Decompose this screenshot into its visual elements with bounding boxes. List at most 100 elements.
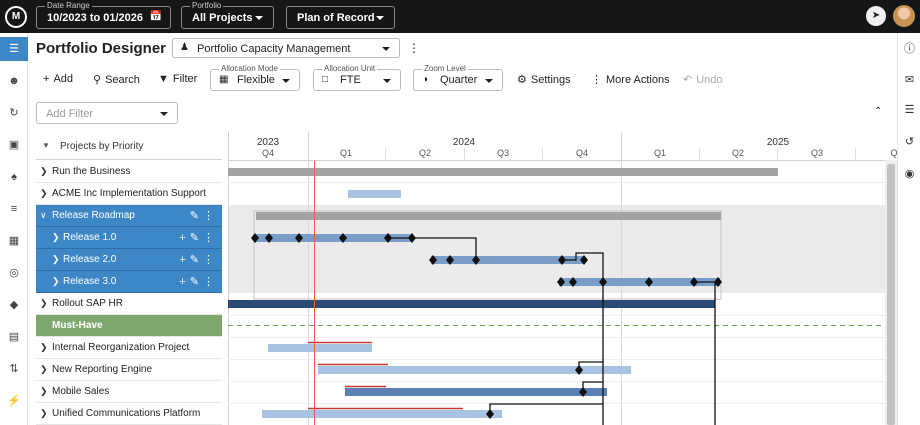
group-icon[interactable]: ♠ — [0, 165, 28, 189]
chevron-right-icon[interactable]: ❯ — [52, 276, 60, 287]
bar-run-the-business[interactable] — [228, 168, 778, 176]
bar-unified-communications[interactable] — [262, 410, 502, 418]
project-grid: ▼ Projects by Priority ❯ Run the Busines… — [36, 132, 222, 425]
announcement-icon[interactable]: ➤ — [866, 6, 886, 26]
date-range-value: 10/2023 to 01/2026 — [47, 12, 144, 24]
plus-icon[interactable]: + — [179, 254, 189, 266]
grid-row-run-the-business[interactable]: ❯ Run the Business — [36, 161, 222, 183]
plus-icon[interactable]: + — [179, 232, 189, 244]
history-icon[interactable]: ↺ — [898, 131, 920, 153]
chevron-down-icon — [485, 79, 493, 83]
chevron-right-icon[interactable]: ❯ — [40, 386, 48, 397]
scrollbar-thumb[interactable] — [887, 164, 895, 425]
collapse-all-icon[interactable]: ▼ — [42, 141, 50, 150]
vertical-scrollbar[interactable] — [885, 160, 897, 425]
palette-icon[interactable]: ◉ — [898, 163, 920, 185]
chevron-right-icon[interactable]: ❯ — [52, 232, 60, 243]
grid-row-rollout-sap-hr[interactable]: ❯ Rollout SAP HR — [36, 293, 222, 315]
allocation-mode-select[interactable]: Allocation Mode ▦ Flexible — [210, 64, 300, 91]
allocation-unit-select[interactable]: Allocation Unit □ FTE — [313, 64, 401, 91]
view-name: Portfolio Capacity Management — [197, 43, 351, 55]
search-button[interactable]: ⚲ Search — [93, 73, 140, 87]
allocation-mode-value: Flexible — [237, 74, 275, 86]
filter-button[interactable]: ▼ Filter — [158, 73, 197, 87]
zoom-level-value: Quarter — [440, 74, 478, 86]
grid-row-release-2[interactable]: ❯ Release 2.0 +✎⋮ — [36, 249, 222, 271]
chevron-up-icon[interactable]: ⌃ — [874, 106, 882, 117]
bar-acme[interactable] — [348, 190, 401, 198]
grid-group-must-have[interactable]: Must-Have — [36, 315, 222, 337]
refresh-icon[interactable]: ↻ — [0, 101, 28, 125]
people-icon[interactable]: ☻ — [0, 69, 28, 93]
edit-icon[interactable]: ✎ — [190, 254, 203, 266]
grid-row-acme[interactable]: ❯ ACME Inc Implementation Support — [36, 183, 222, 205]
list-icon[interactable]: ≡ — [0, 197, 28, 221]
menu-icon[interactable]: ☰ — [0, 37, 28, 61]
more-actions-button[interactable]: ⋮ More Actions — [591, 73, 670, 87]
grid-row-new-reporting-engine[interactable]: ❯ New Reporting Engine — [36, 359, 222, 381]
more-icon[interactable]: ⋮ — [203, 254, 218, 266]
row-label: New Reporting Engine — [52, 364, 153, 375]
calendar-icon[interactable]: 📅 — [150, 11, 162, 22]
undo-button[interactable]: ↶ Undo — [683, 73, 723, 87]
add-button[interactable]: + Add — [43, 73, 73, 87]
grid-row-mobile-sales[interactable]: ❯ Mobile Sales — [36, 381, 222, 403]
row-label: Release 1.0 — [63, 232, 117, 243]
diamond-icon[interactable]: ◆ — [0, 293, 28, 317]
target-icon[interactable]: ◎ — [0, 261, 28, 285]
undo-label: Undo — [696, 74, 723, 86]
zoom-level-select[interactable]: Zoom Level ◑ Quarter — [413, 64, 503, 91]
chevron-right-icon[interactable]: ❯ — [40, 364, 48, 375]
date-range-field[interactable]: Date Range 10/2023 to 01/2026 📅 — [36, 1, 171, 29]
columns-icon[interactable]: ▦ — [0, 229, 28, 253]
info-icon[interactable]: ⓘ — [898, 38, 920, 60]
edit-icon[interactable]: ✎ — [190, 232, 203, 244]
chevron-right-icon[interactable]: ❯ — [40, 342, 48, 353]
plus-icon[interactable]: + — [179, 276, 189, 288]
clipboard-icon[interactable]: ▣ — [0, 133, 28, 157]
avatar[interactable] — [893, 5, 915, 27]
chevron-right-icon[interactable]: ❯ — [40, 188, 48, 199]
bar-release-roadmap[interactable] — [256, 212, 721, 220]
app-logo[interactable]: M — [5, 6, 27, 28]
plug-icon[interactable]: ⚡ — [0, 389, 28, 413]
grid-row-release-roadmap[interactable]: ∨ Release Roadmap ✎⋮ — [36, 205, 222, 227]
grid-header[interactable]: ▼ Projects by Priority — [36, 132, 222, 160]
group-icon: ♟ — [180, 42, 189, 53]
sort-icon[interactable]: ⇅ — [0, 357, 28, 381]
portfolio-select[interactable]: Portfolio All Projects — [181, 1, 274, 29]
edit-icon[interactable]: ✎ — [190, 276, 203, 288]
edit-icon[interactable]: ✎ — [190, 210, 203, 222]
more-icon[interactable]: ⋮ — [203, 232, 218, 244]
more-icon[interactable]: ⋮ — [203, 276, 218, 288]
left-nav: ☰ ☻ ↻ ▣ ♠ ≡ ▦ ◎ ◆ ▤ ⇅ ⚡ — [0, 33, 28, 425]
bar-internal-reorganization[interactable] — [268, 344, 372, 352]
document-icon[interactable]: ▤ — [0, 325, 28, 349]
grid-row-release-1[interactable]: ❯ Release 1.0 +✎⋮ — [36, 227, 222, 249]
chevron-right-icon[interactable]: ❯ — [40, 408, 48, 419]
chat-icon[interactable]: ✉ — [898, 69, 920, 91]
chevron-right-icon[interactable]: ❯ — [40, 166, 48, 177]
settings-button[interactable]: ⚙ Settings — [517, 73, 571, 87]
more-icon[interactable]: ⋮ — [203, 210, 218, 222]
quarter-label: Q1 — [340, 148, 352, 158]
bar-new-reporting-engine[interactable] — [318, 366, 631, 374]
more-icon[interactable]: ⋮ — [408, 41, 420, 55]
bar-mobile-sales[interactable] — [345, 388, 607, 396]
grid-row-release-3[interactable]: ❯ Release 3.0 +✎⋮ — [36, 271, 222, 293]
chevron-down-icon[interactable]: ∨ — [40, 210, 47, 221]
chevron-down-icon — [376, 16, 384, 20]
chevron-right-icon[interactable]: ❯ — [40, 298, 48, 309]
chevron-right-icon[interactable]: ❯ — [52, 254, 60, 265]
add-filter-select[interactable]: Add Filter — [36, 102, 178, 124]
bar-rollout-sap-hr[interactable] — [228, 300, 715, 308]
plan-select[interactable]: Plan of Record — [286, 6, 395, 29]
quarter-label: Q — [890, 148, 897, 158]
comment-icon[interactable]: ☰ — [898, 99, 920, 121]
date-range-label: Date Range — [45, 1, 92, 10]
grid-row-internal-reorganization[interactable]: ❯ Internal Reorganization Project — [36, 337, 222, 359]
grid-row-unified-communications[interactable]: ❯ Unified Communications Platform — [36, 403, 222, 425]
row-actions: ✎⋮ — [190, 209, 218, 222]
view-select[interactable]: ♟ Portfolio Capacity Management — [172, 38, 400, 58]
row-actions: +✎⋮ — [179, 231, 218, 244]
